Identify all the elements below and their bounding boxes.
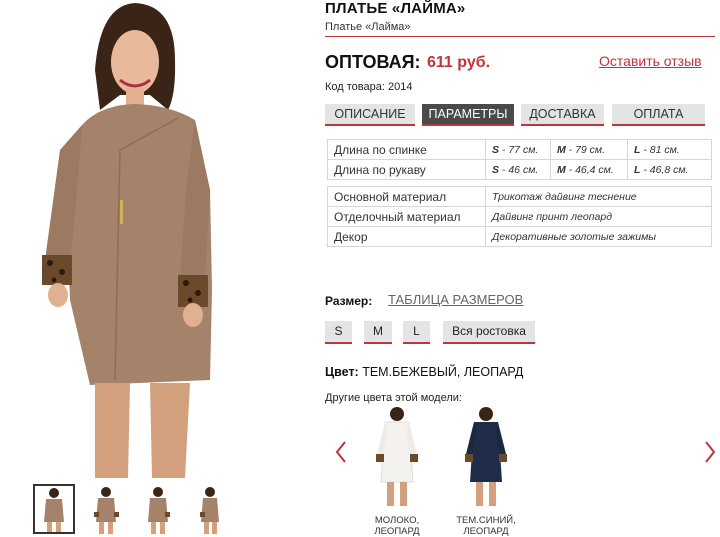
material-value: Декоративные золотые зажимы <box>485 226 712 247</box>
color-info: Цвет: ТЕМ.БЕЖЕВЫЙ, ЛЕОПАРД <box>325 365 523 379</box>
table-row: Отделочный материал Дайвинг принт леопар… <box>327 206 712 227</box>
measurement-label: Длина по рукаву <box>327 159 486 180</box>
size-label: Размер: <box>325 294 373 308</box>
measurements-table: Длина по спинке S - 77 см. M - 79 см. L … <box>327 139 712 180</box>
measurement-value: L - 46,8 см. <box>627 159 712 180</box>
tab-parameters[interactable]: ПАРАМЕТРЫ <box>422 104 514 126</box>
table-row: Декор Декоративные золотые зажимы <box>327 226 712 247</box>
table-row: Длина по спинке S - 77 см. M - 79 см. L … <box>327 139 712 160</box>
price-value: 611 руб. <box>427 54 491 71</box>
size-button-l[interactable]: L <box>403 321 430 344</box>
variant-milk-leopard[interactable]: МОЛОКО, ЛЕОПАРД <box>357 404 437 537</box>
size-button-m[interactable]: M <box>364 321 392 344</box>
thumbnail-3[interactable] <box>137 484 179 534</box>
product-sku: Код товара: 2014 <box>325 81 413 93</box>
product-subtitle: Платье «Лайма» <box>325 21 411 33</box>
color-label: Цвет: <box>325 365 359 379</box>
size-button-s[interactable]: S <box>325 321 352 344</box>
material-value: Трикотаж дайвинг теснение <box>485 186 712 207</box>
variant-photo <box>376 407 418 506</box>
material-label: Отделочный материал <box>327 206 486 227</box>
size-button-all[interactable]: Вся ростовка <box>443 321 535 344</box>
tab-payment[interactable]: ОПЛАТА <box>612 104 705 126</box>
chevron-right-icon[interactable] <box>703 440 717 464</box>
measurement-value: S - 46 см. <box>485 159 551 180</box>
product-title: ПЛАТЬЕ «ЛАЙМА» <box>325 0 466 17</box>
material-label: Основной материал <box>327 186 486 207</box>
other-colors-label: Другие цвета этой модели: <box>325 392 462 404</box>
leave-review-link[interactable]: Оставить отзыв <box>599 53 702 69</box>
thumbnail-2[interactable] <box>85 484 127 534</box>
price-label: ОПТОВАЯ: <box>325 52 421 72</box>
variant-caption: ТЕМ.СИНИЙ, ЛЕОПАРД <box>456 515 516 537</box>
measurement-value: L - 81 см. <box>627 139 712 160</box>
variant-caption: МОЛОКО, ЛЕОПАРД <box>374 515 420 537</box>
thumbnail-1[interactable] <box>33 484 75 534</box>
color-value: ТЕМ.БЕЖЕВЫЙ, ЛЕОПАРД <box>358 365 524 379</box>
measurement-value: S - 77 см. <box>485 139 551 160</box>
table-row: Длина по рукаву S - 46 см. M - 46,4 см. … <box>327 159 712 180</box>
product-tabs: ОПИСАНИЕ ПАРАМЕТРЫ ДОСТАВКА ОПЛАТА <box>325 104 715 126</box>
table-row: Основной материал Трикотаж дайвинг тесне… <box>327 186 712 207</box>
material-value: Дайвинг принт леопард <box>485 206 712 227</box>
measurement-value: M - 79 см. <box>550 139 628 160</box>
variant-photo <box>465 407 507 506</box>
material-label: Декор <box>327 226 486 247</box>
tab-description[interactable]: ОПИСАНИЕ <box>325 104 415 126</box>
variant-navy-leopard[interactable]: ТЕМ.СИНИЙ, ЛЕОПАРД <box>446 404 526 537</box>
tab-delivery[interactable]: ДОСТАВКА <box>521 104 604 126</box>
main-product-photo[interactable] <box>0 0 300 478</box>
size-table-link[interactable]: ТАБЛИЦА РАЗМЕРОВ <box>388 292 523 307</box>
measurement-label: Длина по спинке <box>327 139 486 160</box>
thumbnail-4[interactable] <box>189 484 231 534</box>
title-divider <box>325 36 715 37</box>
chevron-left-icon[interactable] <box>334 440 348 464</box>
materials-table: Основной материал Трикотаж дайвинг тесне… <box>327 186 712 247</box>
measurement-value: M - 46,4 см. <box>550 159 628 180</box>
